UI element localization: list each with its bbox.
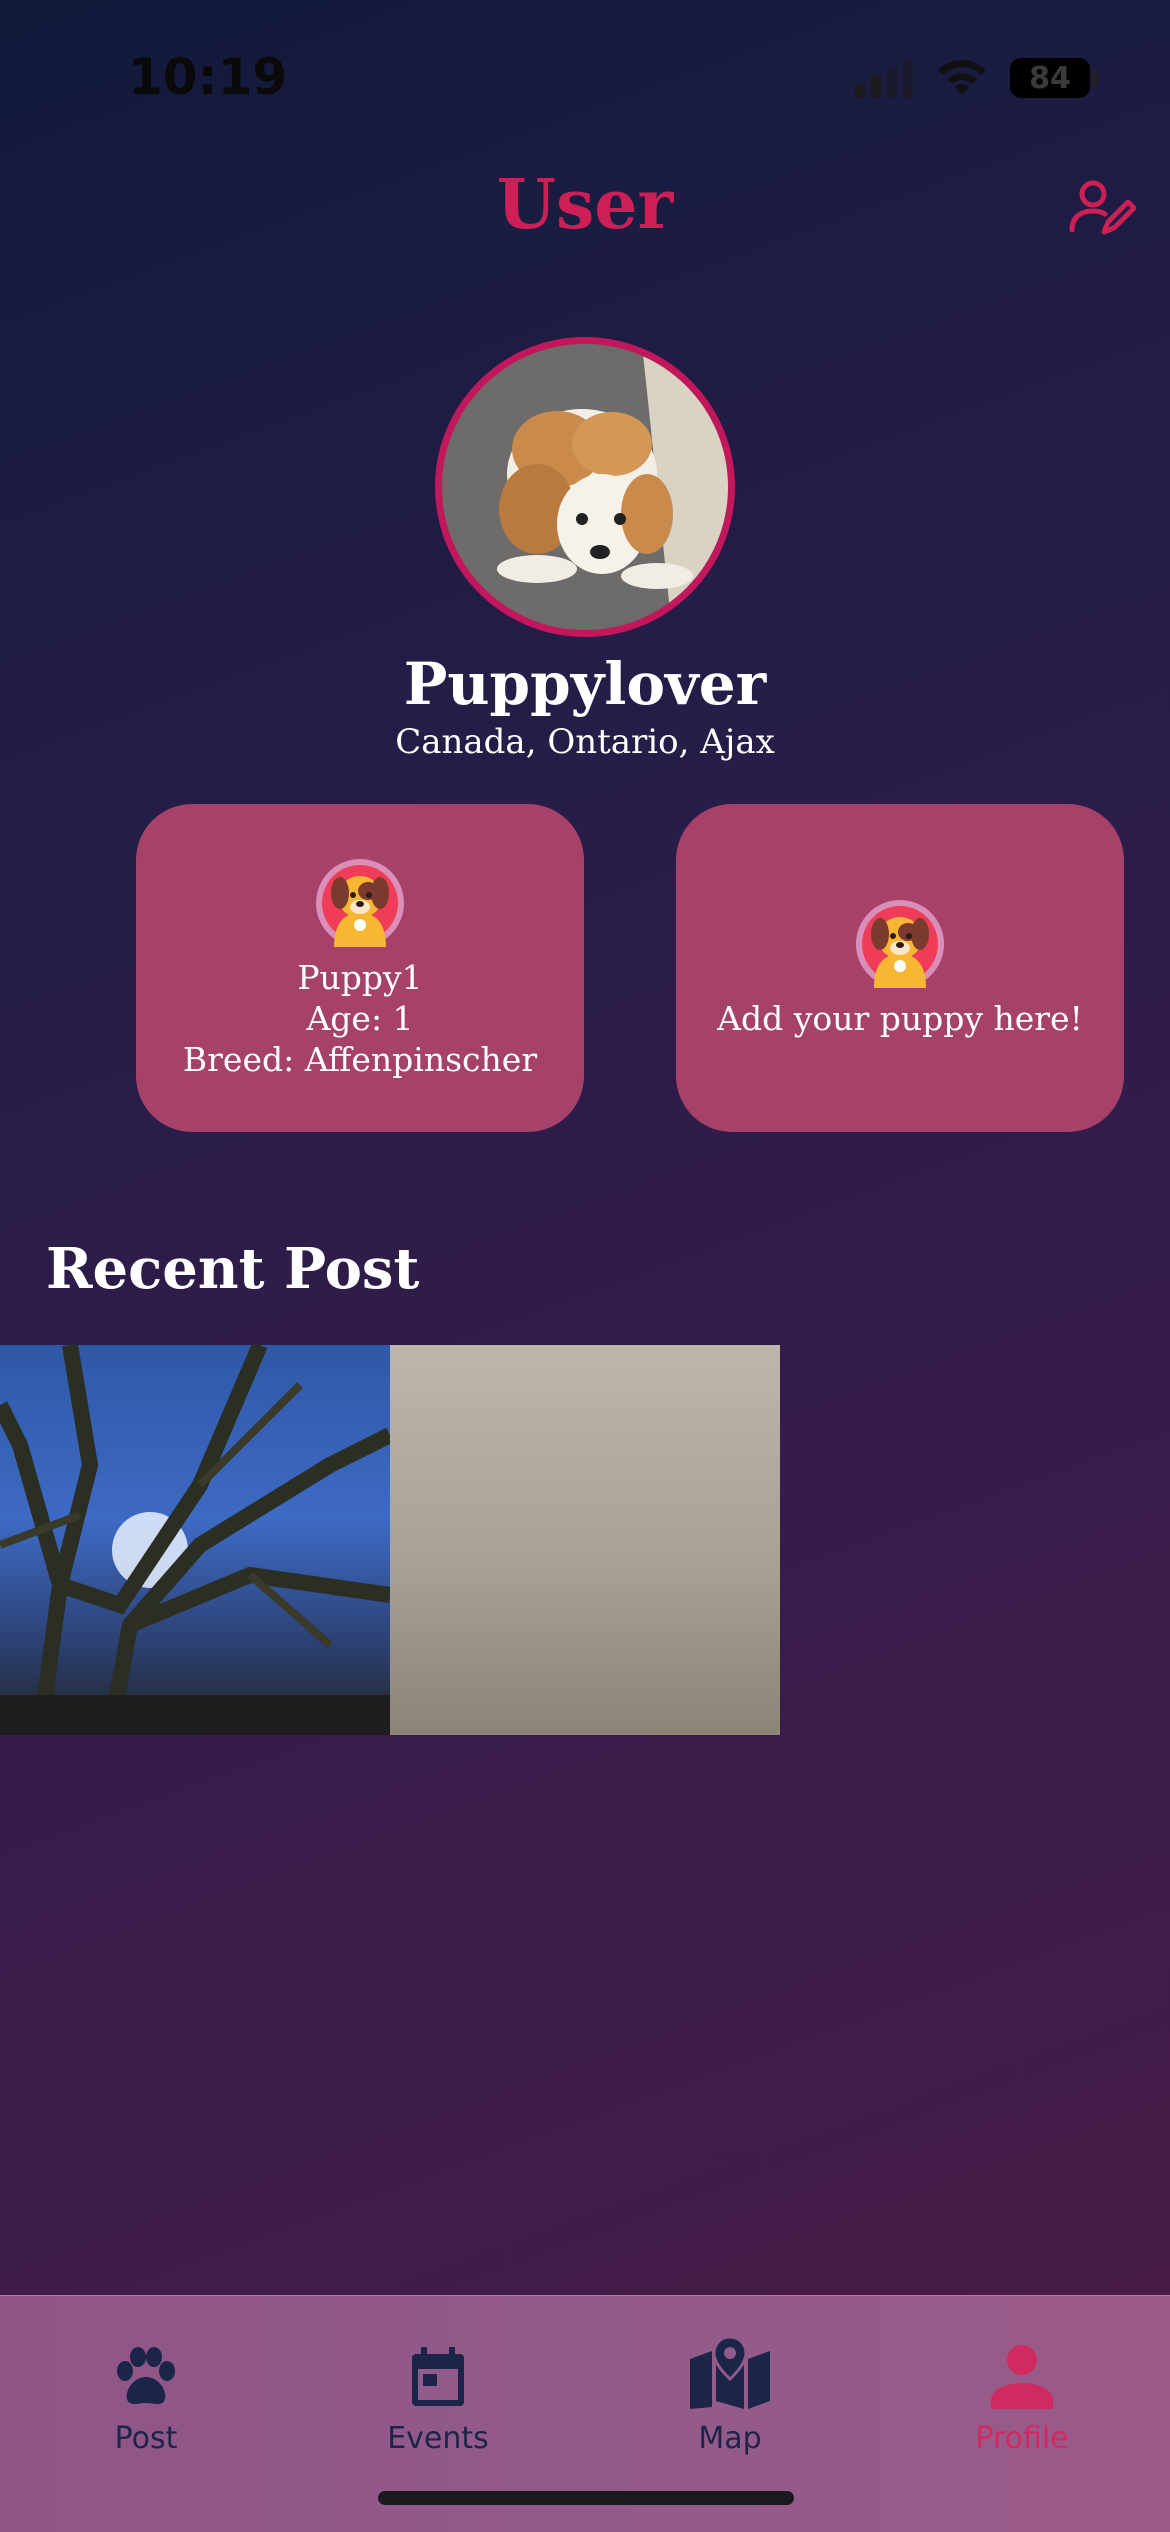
battery-icon: 84 xyxy=(1010,58,1090,98)
add-puppy-label: Add your puppy here! xyxy=(717,998,1083,1038)
puppy-card[interactable]: Puppy1 Age: 1 Breed: Affenpinscher xyxy=(136,804,584,1132)
edit-user-icon xyxy=(1069,180,1137,235)
status-bar: 10:19 84 xyxy=(0,0,1170,150)
wifi-icon xyxy=(938,60,986,95)
home-indicator[interactable] xyxy=(378,2491,794,2505)
tab-profile-label: Profile xyxy=(975,2421,1069,2456)
add-puppy-card[interactable]: Add your puppy here! xyxy=(676,804,1124,1132)
tab-map-label: Map xyxy=(698,2421,762,2456)
map-icon xyxy=(690,2337,770,2409)
tab-map[interactable]: Map xyxy=(584,2296,876,2456)
tab-events[interactable]: Events xyxy=(292,2296,584,2456)
person-icon xyxy=(991,2345,1053,2409)
recent-post-heading: Recent Post xyxy=(46,1236,420,1302)
tab-post-label: Post xyxy=(114,2421,178,2456)
tab-post[interactable]: Post xyxy=(0,2296,292,2456)
post-thumbnail[interactable] xyxy=(390,1345,780,1735)
puppy-name: Puppy1 xyxy=(297,957,423,997)
tab-profile[interactable]: Profile xyxy=(876,2296,1168,2456)
puppy-breed: Breed: Affenpinscher xyxy=(182,1039,538,1079)
edit-profile-button[interactable] xyxy=(1068,178,1138,238)
calendar-icon xyxy=(412,2347,464,2406)
user-location: Canada, Ontario, Ajax xyxy=(395,722,775,762)
battery-cap xyxy=(1092,70,1098,86)
battery-level: 84 xyxy=(1029,60,1071,96)
paw-icon xyxy=(117,2347,175,2404)
tab-events-label: Events xyxy=(387,2421,489,2456)
puppy-photo xyxy=(442,344,728,630)
page-title: User xyxy=(496,165,674,245)
post-thumbnail[interactable] xyxy=(0,1345,390,1735)
dog-avatar-icon xyxy=(856,899,944,988)
tree-photo xyxy=(0,1345,390,1735)
username: Puppylover xyxy=(403,650,767,718)
cellular-signal-icon xyxy=(855,60,913,98)
puppy-age: Age: 1 xyxy=(306,998,414,1038)
dog-avatar-icon xyxy=(316,858,404,947)
status-time: 10:19 xyxy=(128,48,288,106)
profile-avatar[interactable] xyxy=(435,337,735,637)
